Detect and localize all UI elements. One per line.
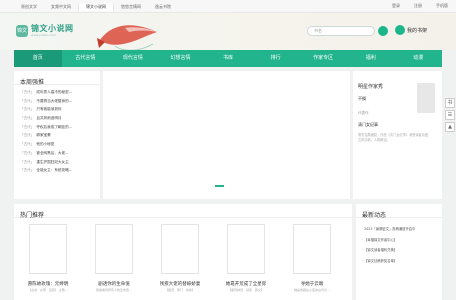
news-item[interactable]: 【幸福锦文作者中心】 xyxy=(362,235,436,246)
nav-ancient-romance[interactable]: 古代言情 xyxy=(62,50,110,67)
site-link[interactable]: 逸云书院 xyxy=(148,3,178,11)
site-link[interactable]: 原创文学 xyxy=(14,3,44,11)
book-cover[interactable] xyxy=(293,224,331,274)
author-description: 笔墨温柔细腻，作品《清门女纪事》深受读者喜爱，文风清新，人物鲜活。 xyxy=(358,133,432,142)
book-subtitle: 我能看到所有人的生命值… xyxy=(95,288,132,292)
news-item[interactable]: 2023「暑期征文」投稿通道开启中 xyxy=(362,224,436,235)
list-item[interactable]: 「古代」 不要再当大佬替身的... xyxy=(20,97,94,106)
top-bar: 原创文学 女频中文网 锦文小说网 悠悠言情网 逸云书院 登录 注册 手机版 xyxy=(0,0,456,13)
site-logo[interactable]: 锦文 锦文小说网 www.jinwen.com xyxy=(16,23,96,39)
book-subtitle: 【星际种田 · 基建 · 爽文】 xyxy=(228,288,264,292)
bookshelf-link[interactable]: 我的书架 xyxy=(395,25,427,35)
list-item[interactable]: 「古代」 且共风雨逐明月 xyxy=(20,114,94,123)
site-link[interactable]: 悠悠言情网 xyxy=(114,3,148,11)
panel-title: 明星作家秀 xyxy=(358,84,384,90)
site-link[interactable]: 女频中文网 xyxy=(44,3,78,11)
nav-library[interactable]: 书库 xyxy=(204,50,252,67)
book-card[interactable]: 剧透你的生命值 我能看到所有人的生命值… xyxy=(88,224,140,292)
site-link-active[interactable]: 锦文小说网 xyxy=(78,3,114,11)
panel-title: 热门推荐 xyxy=(14,204,352,219)
logo-url: www.jinwen.com xyxy=(31,33,57,37)
banner-carousel[interactable] xyxy=(103,71,350,199)
book-title[interactable]: 愿陈故玫瑰：元婷明 xyxy=(22,281,74,287)
site-header: 锦文 锦文小说网 www.jinwen.com 书名 我的书架 xyxy=(0,13,456,51)
bookshelf-shortcut-icon[interactable]: 书 xyxy=(445,98,455,108)
logo-badge: 锦文 xyxy=(16,25,28,37)
list-item[interactable]: 「古代」 卿家宝妻 xyxy=(20,131,94,140)
hot-recommend-panel: 热门推荐 愿陈故玫瑰：元婷明 【古言 · 女尊 · 宫廷】 主角… 剧透你的生命… xyxy=(14,204,352,300)
site-links: 原创文学 女频中文网 锦文小说网 悠悠言情网 逸云书院 xyxy=(14,3,178,11)
back-to-top-icon[interactable]: ▲ xyxy=(445,122,455,132)
search-icon[interactable] xyxy=(378,26,388,36)
bookshelf-label: 我的书架 xyxy=(407,27,428,34)
list-item[interactable]: 「古代」 夺权后我成了朝廷的... xyxy=(20,123,94,132)
book-title[interactable]: 剧透你的生命值 xyxy=(88,281,140,287)
koi-fish-decoration xyxy=(97,25,157,51)
nav-fantasy-romance[interactable]: 幻想言情 xyxy=(157,50,205,67)
book-cover[interactable] xyxy=(95,224,133,274)
book-title[interactable]: 寻她于云端 xyxy=(286,281,338,287)
carousel-indicator[interactable] xyxy=(215,185,224,187)
book-cover[interactable] xyxy=(29,224,67,274)
account-links: 登录 注册 手机版 xyxy=(392,3,448,9)
register-link[interactable]: 注册 xyxy=(414,3,422,9)
search-input[interactable]: 书名 xyxy=(307,26,375,36)
list-item[interactable]: 「古代」 被全网黑后，大佬... xyxy=(20,149,94,158)
nav-ranking[interactable]: 排行 xyxy=(252,50,300,67)
list-item[interactable]: 「古代」 重生护国狂妃大女主 xyxy=(20,158,94,167)
side-toolbar: 书 ☰ ▲ xyxy=(445,98,456,134)
main-nav: 首页 古代言情 现代言情 幻想言情 书库 排行 作家专区 福利 动漫 xyxy=(14,50,442,67)
panel-title: 本周强推 xyxy=(14,71,100,86)
nav-anime[interactable]: 动漫 xyxy=(395,50,443,67)
news-item[interactable]: 【锦文读者福利兑换】 xyxy=(362,245,436,256)
book-subtitle: 【古言 · 女尊 · 宫廷】 主角… xyxy=(28,288,68,292)
book-card[interactable]: 残疾大佬的替嫁娇妻 【甜宠 · 豪门 · 替嫁】 xyxy=(154,224,206,292)
nav-author-zone[interactable]: 作家专区 xyxy=(299,50,347,67)
book-card[interactable]: 寻她于云端 她是他藏在心底的白月光… xyxy=(286,224,338,292)
nav-home[interactable]: 首页 xyxy=(14,50,62,67)
login-link[interactable]: 登录 xyxy=(392,3,400,9)
mobile-link[interactable]: 手机版 xyxy=(436,3,448,9)
menu-icon[interactable]: ☰ xyxy=(445,110,455,120)
book-subtitle: 她是他藏在心底的白月光… xyxy=(293,288,330,292)
book-title[interactable]: 残疾大佬的替嫁娇妻 xyxy=(154,281,206,287)
book-title[interactable]: 她靠开荒成了全星际 xyxy=(220,281,272,287)
weekly-recommend-panel: 本周强推 「古代」 成年男人高冷的秘密... 「古代」 不要再当大佬替身的... 「… xyxy=(14,71,100,199)
news-item[interactable]: 【锦文征稿获奖名单】 xyxy=(362,256,436,267)
bookshelf-icon xyxy=(395,25,405,35)
panel-title: 最新动态 xyxy=(356,204,442,219)
author-book-link[interactable]: 清门女纪事 xyxy=(358,122,378,128)
works-label: 代表作 xyxy=(358,111,369,115)
list-item[interactable]: 「古代」 全能女主：系统攻略... xyxy=(20,166,94,175)
list-item[interactable]: 「古代」 成年男人高冷的秘密... xyxy=(20,88,94,97)
book-cover[interactable] xyxy=(161,224,199,274)
nav-welfare[interactable]: 福利 xyxy=(347,50,395,67)
nav-modern-romance[interactable]: 现代言情 xyxy=(109,50,157,67)
book-cover[interactable] xyxy=(227,224,265,274)
book-card[interactable]: 愿陈故玫瑰：元婷明 【古言 · 女尊 · 宫廷】 主角… xyxy=(22,224,74,292)
list-item[interactable]: 「古代」 他的小秘密 xyxy=(20,140,94,149)
book-card[interactable]: 她靠开荒成了全星际 【星际种田 · 基建 · 爽文】 xyxy=(220,224,272,292)
author-name[interactable]: 不搁 xyxy=(358,96,366,102)
star-author-panel: 明星作家秀 不搁 代表作 清门女纪事 笔墨温柔细腻，作品《清门女纪事》深受读者喜… xyxy=(353,71,442,199)
latest-news-panel: 最新动态 2023「暑期征文」投稿通道开启中 【幸福锦文作者中心】 【锦文读者福… xyxy=(356,204,442,300)
list-item[interactable]: 「古代」 只有我能读到你 xyxy=(20,105,94,114)
book-subtitle: 【甜宠 · 豪门 · 替嫁】 xyxy=(165,288,195,292)
author-photo[interactable] xyxy=(417,83,435,113)
